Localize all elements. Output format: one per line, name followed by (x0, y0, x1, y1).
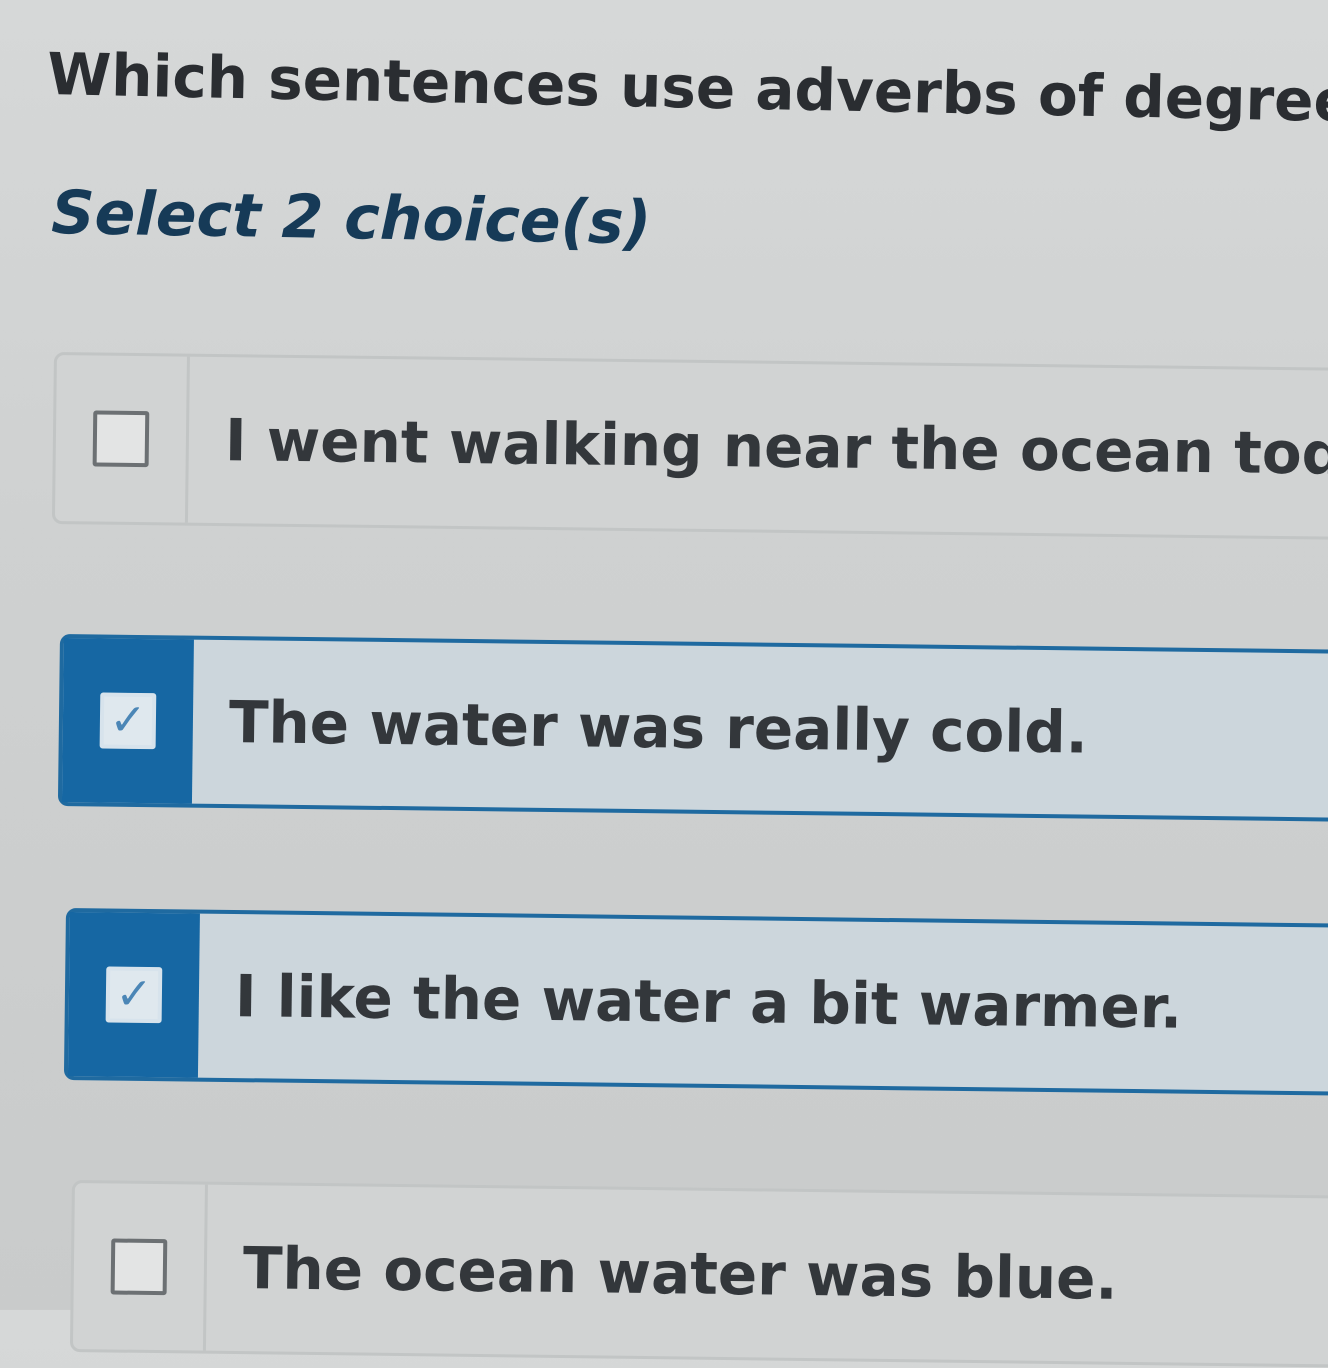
checkmark-icon[interactable]: ✓ (99, 692, 157, 750)
empty-checkbox-icon[interactable] (92, 410, 150, 468)
select-instruction: Select 2 choice(s) (50, 178, 652, 259)
choice-option-3[interactable]: ✓ I like the water a bit warmer. (63, 908, 1328, 1096)
checkbox-cell[interactable] (54, 355, 190, 523)
choice-label: The water was really cold. (228, 688, 1089, 767)
checkbox-cell[interactable]: ✓ (61, 638, 194, 804)
checkmark-icon[interactable]: ✓ (105, 966, 163, 1024)
choice-option-4[interactable]: The ocean water was blue. (69, 1180, 1328, 1368)
choice-label: I went walking near the ocean today. (224, 406, 1328, 489)
choice-option-1[interactable]: I went walking near the ocean today. (51, 352, 1328, 540)
choice-option-2[interactable]: ✓ The water was really cold. (57, 634, 1328, 822)
choice-label: I like the water a bit warmer. (234, 962, 1183, 1042)
empty-checkbox-icon[interactable] (110, 1238, 168, 1296)
question-text: Which sentences use adverbs of degrees? (46, 40, 1328, 137)
checkbox-cell[interactable] (72, 1183, 208, 1351)
choice-label: The ocean water was blue. (242, 1234, 1118, 1313)
checkbox-cell[interactable]: ✓ (67, 912, 200, 1078)
